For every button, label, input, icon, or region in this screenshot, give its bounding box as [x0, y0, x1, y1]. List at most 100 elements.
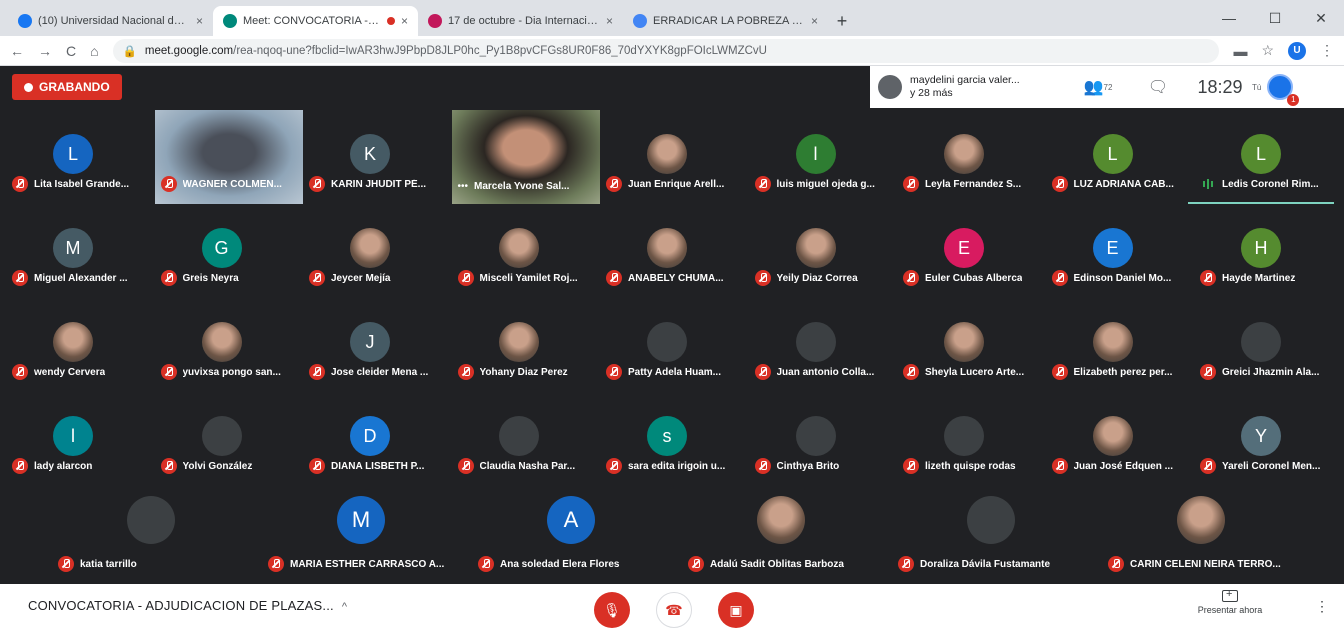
meet-top-right-panel: maydelini garcia valer... y 28 más 👥 72 🗨…	[870, 66, 1344, 108]
participant-tile[interactable]: Y Yareli Coronel Men...	[1188, 392, 1334, 486]
participant-name: Elizabeth perez per...	[1073, 366, 1173, 378]
browser-tab[interactable]: Meet: CONVOCATORIA - AD ×	[213, 6, 418, 36]
browser-tab[interactable]: 17 de octubre - Dia Internaciona ×	[418, 6, 623, 36]
participant-name-row: Hayde Martinez	[1200, 270, 1340, 286]
participant-tile[interactable]: Yeily Diaz Correa	[743, 204, 889, 298]
self-avatar[interactable]: 1	[1267, 74, 1300, 106]
close-window-icon[interactable]: ✕	[1298, 0, 1344, 36]
participant-tile[interactable]: H Hayde Martinez	[1188, 204, 1334, 298]
participant-tile[interactable]: Sheyla Lucero Arte...	[891, 298, 1037, 392]
participant-tile[interactable]: Patty Adela Huam...	[594, 298, 740, 392]
participant-tile[interactable]: Juan antonio Colla...	[743, 298, 889, 392]
participant-tile[interactable]: ANABELY CHUMA...	[594, 204, 740, 298]
participant-tile[interactable]: Misceli Yamilet Roj...	[446, 204, 592, 298]
participant-tile[interactable]: Yolvi González	[149, 392, 295, 486]
participant-tile[interactable]: M Miguel Alexander ...	[0, 204, 146, 298]
participant-tile[interactable]: Greici Jhazmin Ala...	[1188, 298, 1334, 392]
participant-tile[interactable]: J Jose cleider Mena ...	[297, 298, 443, 392]
presenter-info[interactable]: maydelini garcia valer... y 28 más	[878, 74, 1068, 99]
mic-toggle-button[interactable]: 🎙	[594, 592, 630, 628]
participant-tile[interactable]: Juan Enrique Arell...	[594, 110, 740, 204]
meeting-title: CONVOCATORIA - ADJUDICACION DE PLAZAS...	[28, 598, 334, 613]
participant-tile[interactable]: Leyla Fernandez S...	[891, 110, 1037, 204]
participant-tile[interactable]: Juan José Edquen ...	[1040, 392, 1186, 486]
tab-close-icon[interactable]: ×	[401, 14, 408, 28]
participant-tile[interactable]: ••• Marcela Yvone Sal...	[446, 110, 600, 204]
tab-close-icon[interactable]: ×	[811, 14, 818, 28]
participant-name: Marcela Yvone Sal...	[474, 181, 570, 192]
cast-icon[interactable]: ▬	[1233, 43, 1247, 59]
participant-tile[interactable]: WAGNER COLMEN...	[149, 110, 303, 204]
muted-mic-icon	[1200, 458, 1216, 474]
participant-tile[interactable]: Elizabeth perez per...	[1040, 298, 1186, 392]
participant-tile[interactable]: s sara edita irigoin u...	[594, 392, 740, 486]
new-tab-button[interactable]: +	[828, 6, 856, 36]
participant-name-row: Cinthya Brito	[754, 458, 895, 474]
participants-button[interactable]: 👥 72	[1068, 77, 1128, 97]
tab-close-icon[interactable]: ×	[196, 14, 203, 28]
browser-menu-icon[interactable]: ⋮	[1320, 42, 1334, 59]
participant-tile[interactable]: L LUZ ADRIANA CAB...	[1040, 110, 1186, 204]
participant-tile[interactable]: G Greis Neyra	[149, 204, 295, 298]
participant-tile[interactable]: katia tarrillo	[46, 486, 256, 580]
home-icon[interactable]: ⌂	[90, 43, 98, 59]
participant-tile[interactable]: l lady alarcon	[0, 392, 146, 486]
audio-activity-icon: •••	[457, 181, 469, 192]
muted-mic-icon	[606, 176, 622, 192]
meeting-details-button[interactable]: CONVOCATORIA - ADJUDICACION DE PLAZAS...…	[28, 598, 347, 613]
participant-tile[interactable]: E Euler Cubas Alberca	[891, 204, 1037, 298]
address-bar[interactable]: 🔒 meet.google.com/rea-nqoq-une?fbclid=Iw…	[112, 38, 1220, 63]
participant-tile[interactable]: CARIN CELENI NEIRA TERRO...	[1096, 486, 1306, 580]
participant-tile[interactable]: Doraliza Dávila Fustamante	[886, 486, 1096, 580]
reload-icon[interactable]: C	[66, 43, 76, 59]
participant-tile[interactable]: Yohany Diaz Perez	[446, 298, 592, 392]
participant-tile[interactable]: Adalú Sadit Oblitas Barboza	[676, 486, 886, 580]
muted-mic-icon	[457, 270, 474, 286]
leave-call-button[interactable]: ☎	[656, 592, 692, 628]
participant-tile[interactable]: L Lita Isabel Grande...	[0, 110, 146, 204]
participant-tile[interactable]: Jeycer Mejía	[297, 204, 443, 298]
participant-tile[interactable]: wendy Cervera	[0, 298, 146, 392]
meet-stage: GRABANDO maydelini garcia valer... y 28 …	[0, 66, 1344, 584]
muted-mic-icon	[903, 364, 919, 380]
participant-tile[interactable]: K KARIN JHUDIT PÉ...	[297, 110, 443, 204]
participant-tile[interactable]: lizeth quispe rodas	[891, 392, 1037, 486]
camera-toggle-button[interactable]: ▣	[718, 592, 754, 628]
muted-mic-icon	[754, 458, 771, 474]
bookmark-star-icon[interactable]: ☆	[1261, 42, 1274, 59]
participant-name-row: WAGNER COLMEN...	[160, 176, 301, 192]
participant-tile[interactable]: M MARIA ESTHER CARRASCO A...	[256, 486, 466, 580]
tab-close-icon[interactable]: ×	[606, 14, 613, 28]
forward-icon[interactable]: →	[38, 43, 52, 59]
more-options-icon[interactable]: ⋮	[1315, 598, 1329, 615]
participant-avatar: J	[350, 322, 390, 362]
participant-avatar	[498, 416, 539, 456]
meet-bottom-bar: CONVOCATORIA - ADJUDICACION DE PLAZAS...…	[0, 584, 1344, 630]
participant-tile[interactable]: L Ledis Coronel Rim...	[1188, 110, 1334, 204]
participant-tile[interactable]: A Ana soledad Elera Flores	[466, 486, 676, 580]
participant-name: CARIN CELENI NEIRA TERRO...	[1130, 558, 1281, 570]
tab-title: (10) Universidad Nacional de Jor	[38, 15, 190, 27]
participant-name-row: Doraliza Dávila Fustamante	[898, 556, 1098, 572]
participant-name: Juan José Edquen ...	[1073, 460, 1173, 472]
participant-tile[interactable]: D DIANA LISBETH P...	[297, 392, 443, 486]
muted-mic-icon	[1051, 458, 1068, 474]
participant-tile[interactable]: Cinthya Brito	[743, 392, 889, 486]
chat-button[interactable]: 🗨	[1128, 77, 1188, 97]
back-icon[interactable]: ←	[10, 43, 24, 59]
participant-name-row: Juan Enrique Arell...	[606, 176, 746, 192]
browser-tab[interactable]: (10) Universidad Nacional de Jor ×	[8, 6, 213, 36]
maximize-icon[interactable]: ☐	[1252, 0, 1298, 36]
participant-tile[interactable]: yuvixsa pongo san...	[149, 298, 295, 392]
muted-mic-icon	[12, 458, 28, 474]
minimize-icon[interactable]: —	[1206, 0, 1252, 36]
participant-avatar	[795, 228, 836, 268]
present-now-button[interactable]: Presentar ahora	[1180, 588, 1280, 615]
participant-avatar: Y	[1241, 416, 1281, 456]
participant-tile[interactable]: E Edinson Daniel Mo...	[1040, 204, 1186, 298]
profile-avatar[interactable]: U	[1288, 41, 1306, 60]
participant-tile[interactable]: l luis miguel ojeda g...	[743, 110, 889, 204]
participant-tile[interactable]: Claudia Nasha Par...	[446, 392, 592, 486]
participant-avatar	[647, 322, 687, 362]
browser-tab[interactable]: ERRADICAR LA POBREZA - Busc ×	[623, 6, 828, 36]
